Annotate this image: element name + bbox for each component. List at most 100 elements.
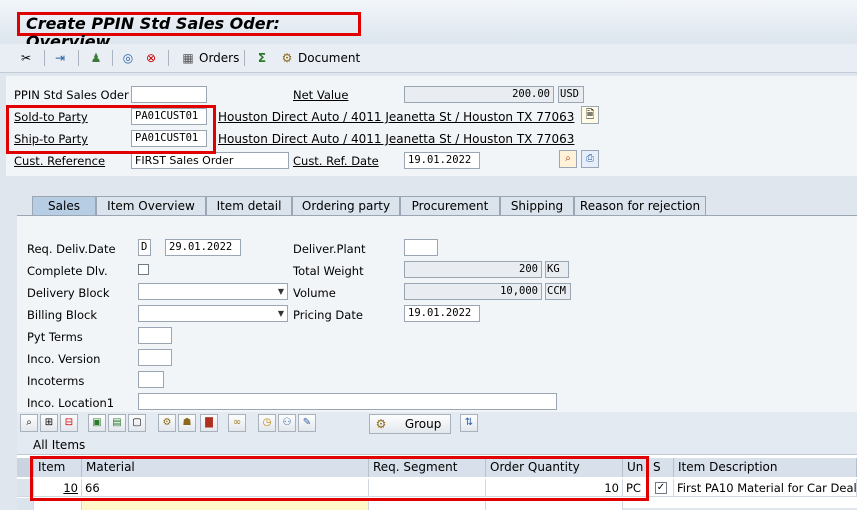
services-button[interactable]: ◎ <box>120 48 136 68</box>
group-icon: ⚙ <box>375 417 387 431</box>
toolbar-separator <box>168 50 169 66</box>
checkmark-icon[interactable]: ✓ <box>655 482 667 494</box>
rings-icon: ∞ <box>232 417 242 428</box>
chart-button[interactable]: ▇ <box>200 414 218 432</box>
chart-icon: ▇ <box>205 417 213 428</box>
business-partner-button[interactable]: ♟ <box>88 48 104 68</box>
complete-dlv-label: Complete Dlv. <box>27 264 108 278</box>
cust-reference-field[interactable]: FIRST Sales Order <box>131 152 289 169</box>
column-header-item-description[interactable]: Item Description <box>674 458 857 477</box>
delete-row-button[interactable]: ⊟ <box>60 414 78 432</box>
inco-location-field[interactable] <box>138 393 557 410</box>
pricing-date-field[interactable]: 19.01.2022 <box>404 305 480 322</box>
pyt-terms-field[interactable] <box>138 327 172 344</box>
plant-button[interactable]: ◷ <box>258 414 276 432</box>
select-all-icon: ▣ <box>92 417 102 428</box>
deliver-plant-field[interactable] <box>404 239 438 256</box>
sort-button[interactable]: ⇅ <box>460 414 478 432</box>
header-icon: ⇥ <box>54 51 66 65</box>
tab-shipping[interactable]: Shipping <box>500 196 574 215</box>
volume-label: Volume <box>293 286 336 300</box>
schedule-button[interactable]: ⚇ <box>278 414 296 432</box>
weight-unit-field: KG <box>545 261 569 278</box>
cust-ref-date-field[interactable]: 19.01.2022 <box>404 152 480 169</box>
order-number-label: PPIN Std Sales Oder <box>14 88 129 102</box>
total-weight-label: Total Weight <box>293 264 364 278</box>
net-value-field: 200.00 <box>404 86 554 103</box>
sum-button[interactable]: Σ <box>254 48 270 68</box>
billing-block-dropdown[interactable]: ▼ <box>138 305 288 322</box>
note-icon[interactable]: 🗎 <box>581 106 599 124</box>
display-change-button[interactable]: ✂ <box>18 48 34 68</box>
delete-button[interactable]: ⊗ <box>143 48 159 68</box>
complete-dlv-checkbox[interactable] <box>138 264 149 275</box>
ship-to-description: Houston Direct Auto / 4011 Jeanetta St /… <box>218 132 575 146</box>
column-header-status[interactable]: S <box>649 458 674 477</box>
tab-item-detail[interactable]: Item detail <box>206 196 292 215</box>
tab-procurement[interactable]: Procurement <box>400 196 500 215</box>
req-deliv-date-type-field[interactable]: D <box>138 239 151 256</box>
incoterms-field[interactable] <box>138 371 164 388</box>
sort-icon: ⇅ <box>464 417 474 428</box>
total-weight-field: 200 <box>404 261 542 278</box>
cancel-icon: ⊗ <box>145 51 157 65</box>
deliver-plant-label: Deliver.Plant <box>293 242 366 256</box>
document-button[interactable]: ⚙ Document <box>279 48 361 68</box>
application-toolbar: ✂ ⇥ ♟ ◎ ⊗ ▦ Orders Σ ⚙ Document <box>0 44 857 73</box>
toolbar-separator <box>78 50 79 66</box>
toolbar-separator <box>244 50 245 66</box>
tab-item-overview[interactable]: Item Overview <box>96 196 206 215</box>
volume-field: 10,000 <box>404 283 542 300</box>
sold-to-description: Houston Direct Auto / 4011 Jeanetta St /… <box>218 110 575 124</box>
cust-ref-date-label: Cust. Ref. Date <box>293 154 379 168</box>
insert-row-button[interactable]: ⊞ <box>40 414 58 432</box>
header-button[interactable]: ⇥ <box>52 48 68 68</box>
tab-sales[interactable]: Sales <box>32 196 96 216</box>
req-deliv-date-field[interactable]: 29.01.2022 <box>165 239 241 256</box>
select-block-button[interactable]: ▤ <box>108 414 126 432</box>
group-button[interactable]: ⚙ Group <box>369 414 451 434</box>
select-all-button[interactable]: ▣ <box>88 414 106 432</box>
item-toolbar: ⌕ ⊞ ⊟ ▣ ▤ ▢ ⚙ ☗ ▇ ∞ ◷ ⚇ ✎ ⚙ Group ⇅ <box>17 412 857 436</box>
edit-button[interactable]: ✎ <box>298 414 316 432</box>
table-cell-status[interactable]: ✓ <box>649 479 674 497</box>
structure-icon: ☗ <box>182 417 192 428</box>
configuration-button[interactable]: ⚙ <box>158 414 176 432</box>
table-cell-item-description[interactable]: First PA10 Material for Car Dealer <box>674 479 857 497</box>
document-label: Document <box>298 51 361 65</box>
orders-button[interactable]: ▦ Orders <box>180 48 239 68</box>
incoterms-label: Incoterms <box>27 374 85 388</box>
pricing-date-label: Pricing Date <box>293 308 363 322</box>
order-number-field[interactable] <box>131 86 207 103</box>
tab-ordering-party[interactable]: Ordering party <box>292 196 400 215</box>
inco-version-field[interactable] <box>138 349 172 366</box>
orders-label: Orders <box>199 51 240 65</box>
item-details-button[interactable]: ⌕ <box>20 414 38 432</box>
rings-button[interactable]: ∞ <box>228 414 246 432</box>
deselect-all-button[interactable]: ▢ <box>128 414 146 432</box>
delivery-block-label: Delivery Block <box>27 286 110 300</box>
chevron-down-icon: ▼ <box>277 287 284 296</box>
magnifier-icon: ⌕ <box>26 417 32 428</box>
inco-version-label: Inco. Version <box>27 352 101 366</box>
select-block-icon: ▤ <box>112 417 122 428</box>
group-label: Group <box>404 417 442 431</box>
printer-icon[interactable]: ⎙ <box>581 150 599 168</box>
cust-reference-label: Cust. Reference <box>14 154 106 168</box>
tab-strip: Sales Item Overview Item detail Ordering… <box>12 196 857 216</box>
delivery-block-dropdown[interactable]: ▼ <box>138 283 288 300</box>
insert-row-icon: ⊞ <box>44 417 54 428</box>
deselect-all-icon: ▢ <box>132 417 142 428</box>
search-icon[interactable]: ⌕ <box>559 150 577 168</box>
inco-location-label: Inco. Location1 <box>27 396 115 410</box>
req-deliv-date-label: Req. Deliv.Date <box>27 242 116 256</box>
config-icon: ⚙ <box>162 417 172 428</box>
delete-row-icon: ⊟ <box>64 417 74 428</box>
volume-unit-field: CCM <box>545 283 571 300</box>
chevron-down-icon: ▼ <box>277 309 284 318</box>
document-flow-icon: ⚙ <box>281 51 293 65</box>
tab-reason-for-rejection[interactable]: Reason for rejection <box>574 196 706 215</box>
structure-button[interactable]: ☗ <box>178 414 196 432</box>
billing-block-label: Billing Block <box>27 308 98 322</box>
highlight-party-box <box>6 105 216 154</box>
